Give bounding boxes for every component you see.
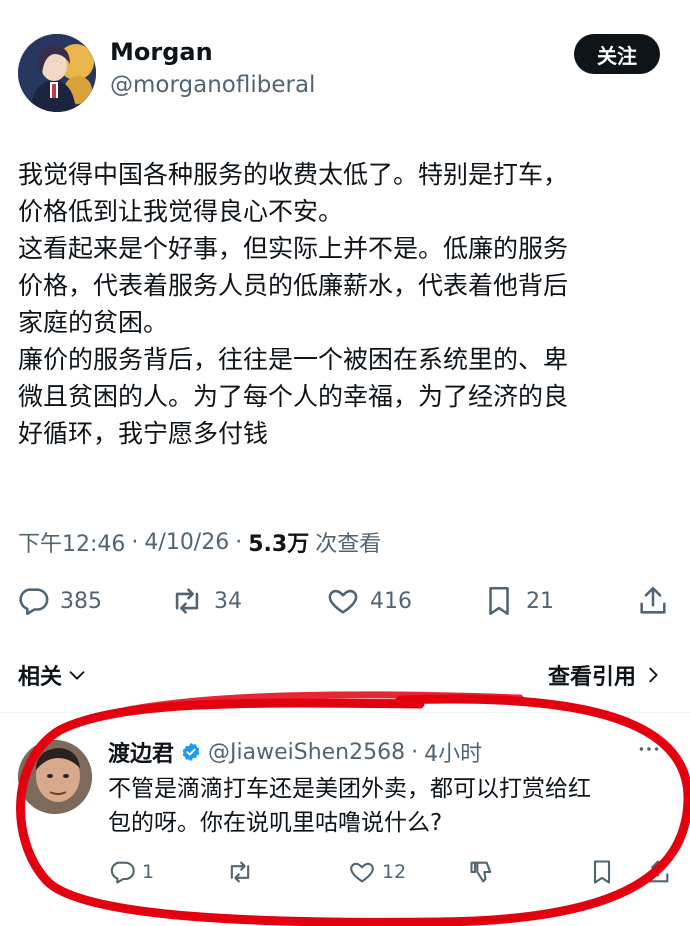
reply-like-count: 12 bbox=[382, 861, 407, 883]
reply-separator: · bbox=[411, 739, 419, 765]
share-button[interactable] bbox=[636, 584, 670, 618]
retweet-icon bbox=[230, 861, 250, 883]
share-icon bbox=[647, 860, 669, 883]
section-divider bbox=[0, 712, 690, 713]
follow-button[interactable]: 关注 bbox=[574, 34, 660, 74]
bookmark-icon bbox=[593, 860, 611, 884]
meta-separator: · bbox=[131, 529, 139, 555]
author-avatar[interactable] bbox=[18, 34, 96, 112]
reply-time[interactable]: 4小时 bbox=[424, 736, 482, 768]
tweet-date[interactable]: 4/10/26 bbox=[144, 530, 229, 555]
author-name[interactable]: Morgan bbox=[110, 38, 213, 66]
reply-reply-button[interactable]: 1 bbox=[108, 858, 154, 886]
reply-button[interactable]: 385 bbox=[16, 584, 102, 618]
related-toggle[interactable]: 相关 bbox=[18, 659, 88, 691]
more-button[interactable] bbox=[636, 736, 662, 766]
like-count: 416 bbox=[370, 588, 412, 614]
reply-dislike-button[interactable] bbox=[468, 858, 496, 886]
view-quotes-link[interactable]: 查看引用 bbox=[548, 659, 664, 691]
reply-author-handle[interactable]: @JiaweiShen2568 bbox=[208, 740, 405, 765]
reply-avatar[interactable] bbox=[18, 740, 92, 814]
avatar-illustration bbox=[18, 34, 96, 112]
reply-share-button[interactable] bbox=[644, 858, 672, 886]
reply-avatar-photo bbox=[18, 740, 92, 814]
reply-reply-count: 1 bbox=[142, 861, 155, 883]
reply-header: 渡边君 @JiaweiShen2568 · 4小时 bbox=[108, 736, 482, 768]
like-icon bbox=[328, 589, 358, 614]
reply-icon bbox=[19, 588, 49, 616]
reply-like-button[interactable]: 12 bbox=[348, 858, 406, 886]
reply-text: 不管是滴滴打车还是美团外卖，都可以打赏给红 包的呀。你在说叽里咕噜说什么? bbox=[108, 776, 591, 836]
related-label: 相关 bbox=[18, 665, 63, 690]
reply-author-name[interactable]: 渡边君 bbox=[108, 736, 174, 768]
chevron-down-icon bbox=[69, 671, 85, 680]
like-icon bbox=[350, 862, 374, 883]
author-handle[interactable]: @morganofliberal bbox=[110, 72, 315, 98]
bookmark-icon bbox=[489, 586, 509, 616]
retweet-button[interactable]: 34 bbox=[170, 584, 242, 618]
dislike-icon bbox=[470, 861, 492, 883]
verified-icon bbox=[182, 742, 200, 762]
tweet-time[interactable]: 下午12:46 bbox=[18, 526, 125, 558]
reply-retweet-button[interactable] bbox=[226, 858, 254, 886]
reply-bookmark-button[interactable] bbox=[588, 858, 616, 886]
retweet-count: 34 bbox=[214, 588, 242, 614]
views-label: 次查看 bbox=[315, 532, 382, 557]
reply-icon bbox=[110, 861, 135, 884]
share-icon bbox=[640, 586, 666, 614]
chevron-right-icon bbox=[649, 667, 658, 683]
reply-count: 385 bbox=[60, 588, 102, 614]
retweet-icon bbox=[175, 588, 199, 614]
views-count: 5.3万 bbox=[248, 532, 310, 557]
tweet-text: 我觉得中国各种服务的收费太低了。特别是打车， 价格低到让我觉得良心不安。 这看起… bbox=[18, 160, 569, 448]
view-quotes-label: 查看引用 bbox=[548, 665, 637, 690]
tweet-meta: 下午12:46 · 4/10/26 · 5.3万 次查看 bbox=[18, 526, 381, 558]
more-icon bbox=[639, 747, 659, 751]
bookmark-count: 21 bbox=[526, 588, 554, 614]
bookmark-button[interactable]: 21 bbox=[482, 584, 554, 618]
meta-separator: · bbox=[235, 529, 243, 555]
like-button[interactable]: 416 bbox=[326, 584, 412, 618]
